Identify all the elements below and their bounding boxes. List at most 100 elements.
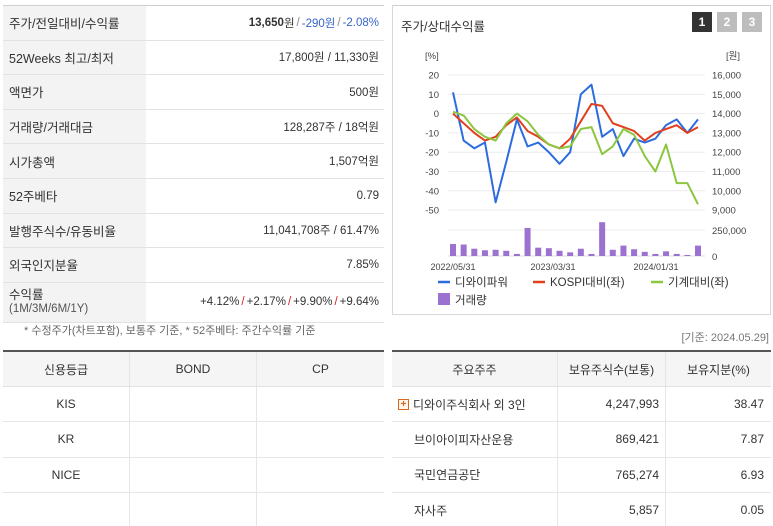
chart-page-3-button[interactable]: 3: [742, 12, 762, 32]
summary-value: 11,041,708주 / 61.47%: [263, 225, 379, 238]
holder-pct: 6.93: [740, 467, 764, 482]
right-axis-unit: [원]: [726, 51, 740, 62]
as-of-date: [기준: 2024.05.29]: [681, 332, 769, 344]
credit-bond: [130, 387, 257, 422]
summary-label: 주가/전일대비/수익률: [3, 6, 146, 40]
holder-name: 브이아이피자산운용: [392, 422, 558, 457]
chart-page-1-button[interactable]: 1: [692, 12, 712, 32]
series-line: [452, 83, 699, 204]
holder-name: 국민연금공단: [392, 457, 558, 492]
summary-value: 1,507억원: [329, 156, 379, 169]
volume-bar: [513, 253, 520, 256]
return-3m: +2.17%: [246, 296, 286, 309]
volume-tick-label: 0: [712, 252, 717, 263]
expand-plus-icon[interactable]: +: [398, 398, 409, 410]
left-axis-unit: [%]: [425, 51, 439, 62]
price-unit: 원: [283, 17, 295, 30]
x-tick-label: 2022/05/31: [430, 262, 475, 272]
volume-bar: [695, 245, 701, 256]
volume-bar: [545, 248, 552, 256]
table-row: 국민연금공단 765,274 6.93: [392, 457, 771, 493]
credit-header: BOND: [130, 352, 257, 386]
volume-bar: [609, 249, 616, 256]
table-row: [3, 492, 384, 526]
holders-header: 보유주식수(보통): [558, 352, 666, 386]
volume-bar: [663, 251, 670, 256]
x-tick-label: 2024/01/31: [633, 262, 678, 272]
holder-pct: 0.05: [740, 503, 764, 518]
left-tick-label: -10: [425, 128, 439, 139]
summary-label: 시가총액: [3, 144, 146, 178]
credit-cp: [257, 422, 384, 456]
credit-agency: NICE: [3, 457, 130, 492]
legend-swatch: [438, 293, 450, 305]
chart-panel: 주가/상대수익률 1 2 3 [%] [원] 20 10 0 -10 -20 -30 -40 -5…: [392, 5, 771, 315]
left-tick-label: 0: [434, 109, 439, 120]
return-1y: +9.64%: [339, 296, 379, 309]
holder-name: 자사주: [392, 492, 558, 526]
volume-tick-label: 250,000: [712, 226, 746, 237]
summary-value: 0.79: [356, 189, 379, 202]
credit-header: 신용등급: [3, 352, 130, 386]
summary-label: 액면가: [3, 75, 146, 109]
volume-bar: [673, 253, 680, 256]
right-tick-label: 9,000: [712, 206, 736, 217]
summary-label: 발행주식수/유동비율: [3, 213, 146, 248]
summary-value: 17,800원 / 11,330원: [278, 52, 379, 65]
right-tick-label: 16,000: [712, 71, 741, 82]
credit-cp: [257, 387, 384, 421]
left-tick-label: -50: [425, 206, 439, 217]
legend-label: 기계대비(좌): [668, 276, 729, 289]
credit-cp: [257, 458, 384, 492]
right-tick-label: 11,000: [712, 167, 740, 178]
volume-bar: [599, 222, 606, 256]
left-tick-label: -30: [425, 167, 439, 178]
credit-bond: [130, 422, 257, 457]
credit-cp: [257, 493, 384, 526]
volume-bar: [620, 245, 627, 256]
volume-bar: [460, 244, 467, 256]
table-row: KR: [3, 422, 384, 458]
table-row: NICE: [3, 457, 384, 493]
right-tick-label: 14,000: [712, 109, 741, 120]
stock-summary-table: 주가/전일대비/수익률 13,650 원 / -290원 / -2.08% 52…: [3, 5, 384, 323]
summary-label: 거래량/거래대금: [3, 109, 146, 144]
volume-bar: [631, 249, 638, 256]
summary-value: 500원: [349, 86, 379, 99]
summary-footnote: * 수정주가(차트포함), 보통주 기준, * 52주베타: 주간수익률 기준: [24, 325, 316, 337]
x-tick-label: 2023/03/31: [530, 262, 575, 272]
table-row: 브이아이피자산운용 869,421 7.87: [392, 422, 771, 458]
summary-row-price: 주가/전일대비/수익률 13,650 원 / -290원 / -2.08%: [3, 6, 384, 41]
credit-bond: [130, 492, 257, 526]
holder-pct: 7.87: [740, 432, 764, 447]
volume-bar: [684, 254, 691, 256]
volume-bar: [556, 250, 563, 256]
credit-agency: KR: [3, 422, 130, 457]
return-6m: +9.90%: [293, 296, 333, 309]
returns-period-label: (1M/3M/6M/1Y): [9, 303, 89, 316]
holder-name: 디와이주식회사 외 3인: [413, 397, 526, 412]
credit-agency: KIS: [3, 387, 130, 422]
table-row: KIS: [3, 387, 384, 423]
current-price: 13,650: [248, 16, 284, 29]
volume-bar: [481, 250, 488, 256]
chart-pager: 1 2 3: [692, 12, 762, 32]
chart-page-2-button[interactable]: 2: [717, 12, 737, 32]
holders-header: 주요주주: [392, 352, 558, 386]
holder-shares: 5,857: [558, 492, 666, 526]
right-tick-label: 12,000: [712, 148, 741, 159]
credit-agency: [3, 492, 130, 526]
left-tick-label: -40: [425, 186, 439, 197]
price-change-rate: -2.08%: [342, 16, 379, 29]
summary-row-returns: 수익률 (1M/3M/6M/1Y) +4.12% / +2.17% / +9.90%…: [3, 282, 384, 323]
left-tick-label: 10: [428, 90, 439, 101]
holders-header: 보유지분(%): [687, 362, 750, 377]
price-relative-return-chart: [%] [원] 20 10 0 -10 -20 -30 -40 -50 16,000 15,000 14…: [425, 51, 746, 307]
volume-bar: [652, 253, 659, 256]
legend-label: 거래량: [455, 294, 487, 307]
credit-bond: [130, 457, 257, 492]
holder-shares: 765,274: [558, 457, 666, 492]
volume-bar: [471, 248, 478, 256]
right-tick-label: 13,000: [712, 128, 741, 139]
volume-bar: [641, 251, 648, 256]
